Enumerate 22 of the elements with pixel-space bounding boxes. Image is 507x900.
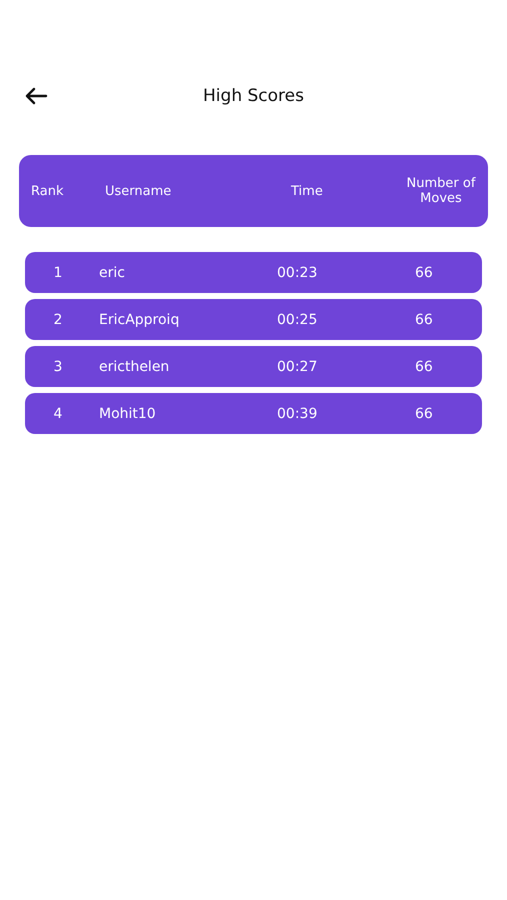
page-title: High Scores [203,86,304,106]
column-header: Rank [31,184,64,198]
username-cell-text: EricApproiq [98,312,180,328]
rank-cell: 4 [54,406,62,422]
rank-cell: 2 [54,312,62,328]
moves-cell: 66 [415,312,433,328]
column-header: Username [105,184,172,198]
time-cell: 00:39 [277,406,318,422]
column-header: Number of Moves [406,176,476,206]
rank-cell: 1 [54,264,62,280]
moves-cell: 66 [415,358,433,374]
back-arrow-icon[interactable] [24,87,48,105]
moves-cell: 66 [415,406,433,422]
rank-cell: 3 [54,358,62,374]
column-header: Time [291,184,323,198]
username-cell-text: ericthelen [98,358,170,374]
time-cell: 00:27 [277,358,318,374]
time-cell: 00:25 [277,312,318,328]
moves-cell: 66 [415,264,433,280]
username-cell-text: Mohit10 [98,406,156,422]
username-cell-text: eric [98,264,125,280]
time-cell: 00:23 [277,264,318,280]
